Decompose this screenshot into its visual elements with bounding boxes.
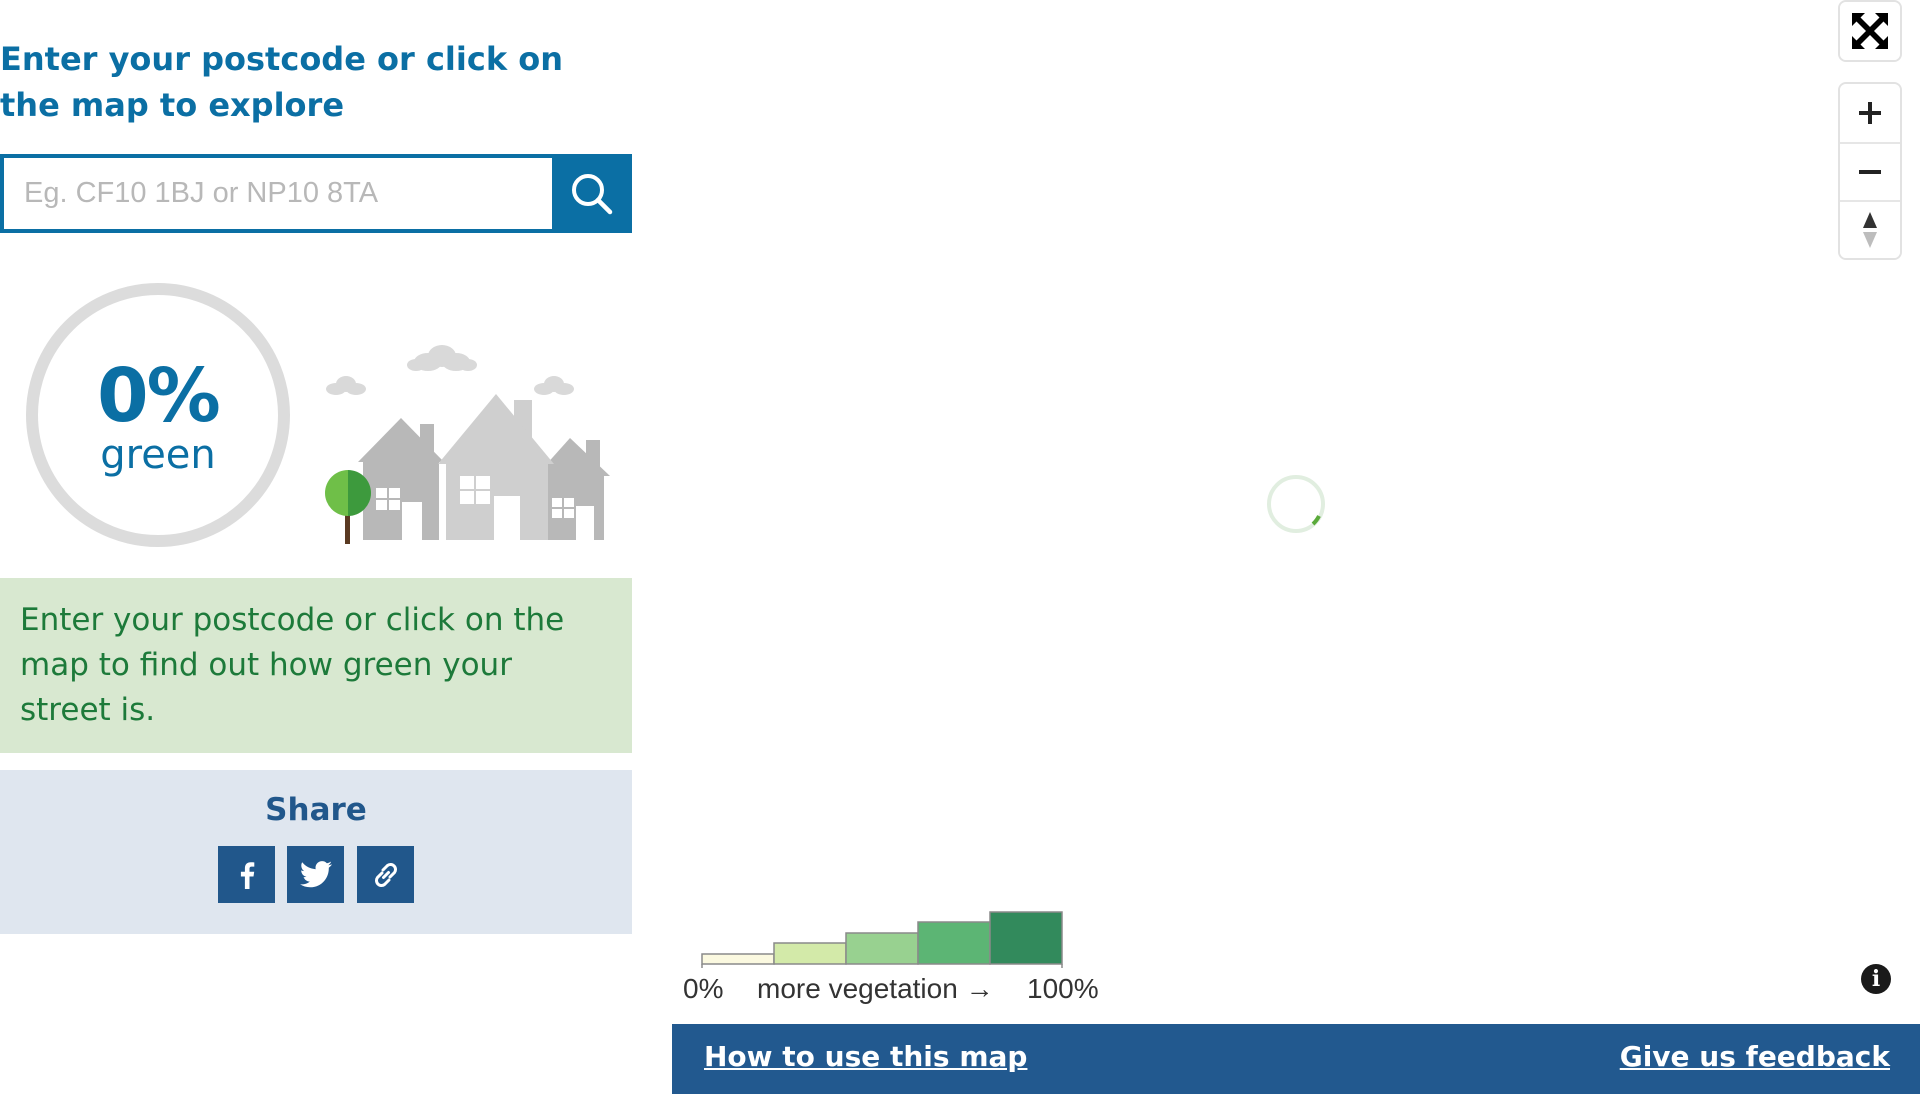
facebook-share-button[interactable] [218, 846, 275, 903]
legend-bar [917, 921, 991, 965]
legend-bar [989, 911, 1063, 965]
legend-bars [701, 911, 1063, 968]
plus-icon [1859, 102, 1881, 124]
page-heading: Enter your postcode or click on the map … [0, 40, 564, 124]
share-panel: Share [0, 770, 632, 934]
search-icon [572, 173, 613, 214]
search-button[interactable] [552, 154, 632, 233]
info-text: Enter your postcode or click on the map … [20, 602, 565, 728]
zoom-out-button[interactable] [1840, 142, 1900, 200]
how-to-use-link[interactable]: How to use this map [704, 1040, 1027, 1073]
green-percentage: 0% [97, 353, 221, 439]
left-panel: Enter your postcode or click on the map … [0, 0, 632, 1094]
twitter-icon [299, 860, 332, 887]
loading-spinner [1267, 475, 1325, 533]
green-score-ring: 0% green [26, 283, 290, 547]
postcode-input[interactable] [0, 154, 552, 233]
info-box: Enter your postcode or click on the map … [0, 578, 632, 753]
minus-icon [1859, 170, 1881, 174]
legend-bar [701, 953, 775, 965]
legend-min-label: 0% [683, 973, 724, 1004]
feedback-link[interactable]: Give us feedback [1620, 1040, 1890, 1073]
fullscreen-control [1838, 0, 1902, 62]
cloud-icon [534, 376, 574, 395]
legend-max-label: 100% [1027, 973, 1099, 1004]
legend-middle-label: more vegetation → [757, 973, 994, 1004]
compass-icon [1863, 212, 1877, 248]
cloud-icon [326, 376, 366, 395]
zoom-in-button[interactable] [1840, 84, 1900, 142]
vegetation-legend: 0% more vegetation → 100% [680, 908, 1100, 1008]
twitter-share-button[interactable] [287, 846, 344, 903]
fullscreen-icon [1852, 13, 1888, 49]
zoom-controls [1838, 82, 1902, 260]
info-icon[interactable]: i [1861, 964, 1891, 994]
houses-illustration [325, 345, 610, 544]
facebook-icon [240, 861, 254, 889]
share-title: Share [265, 792, 367, 828]
cloud-icon [407, 345, 477, 371]
green-label: green [100, 432, 216, 478]
legend-bar [845, 932, 919, 965]
legend-bar [773, 942, 847, 965]
reset-bearing-button[interactable] [1840, 200, 1900, 258]
link-icon [374, 862, 397, 887]
footer-bar: How to use this map Give us feedback [672, 1024, 1920, 1094]
postcode-search [0, 154, 632, 233]
fullscreen-button[interactable] [1840, 2, 1900, 60]
copy-link-button[interactable] [357, 846, 414, 903]
